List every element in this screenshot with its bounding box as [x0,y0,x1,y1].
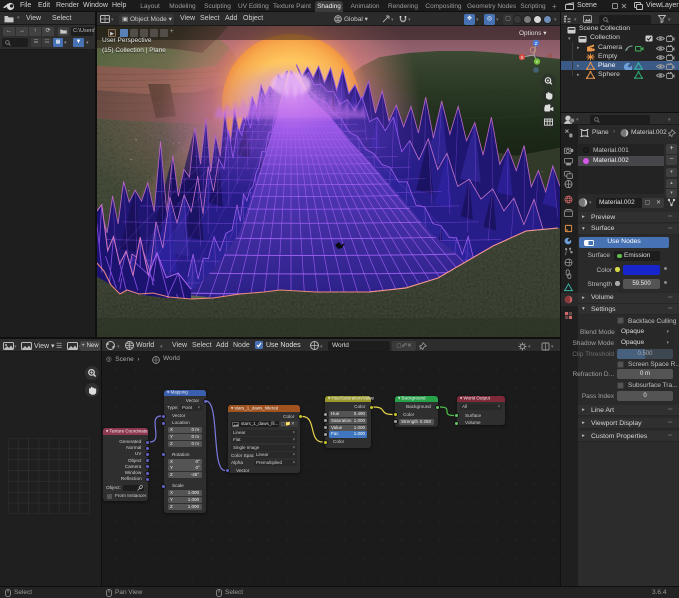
svg-text:Z: Z [535,41,538,46]
svg-text:Y: Y [535,60,538,65]
svg-text:X: X [520,55,523,60]
